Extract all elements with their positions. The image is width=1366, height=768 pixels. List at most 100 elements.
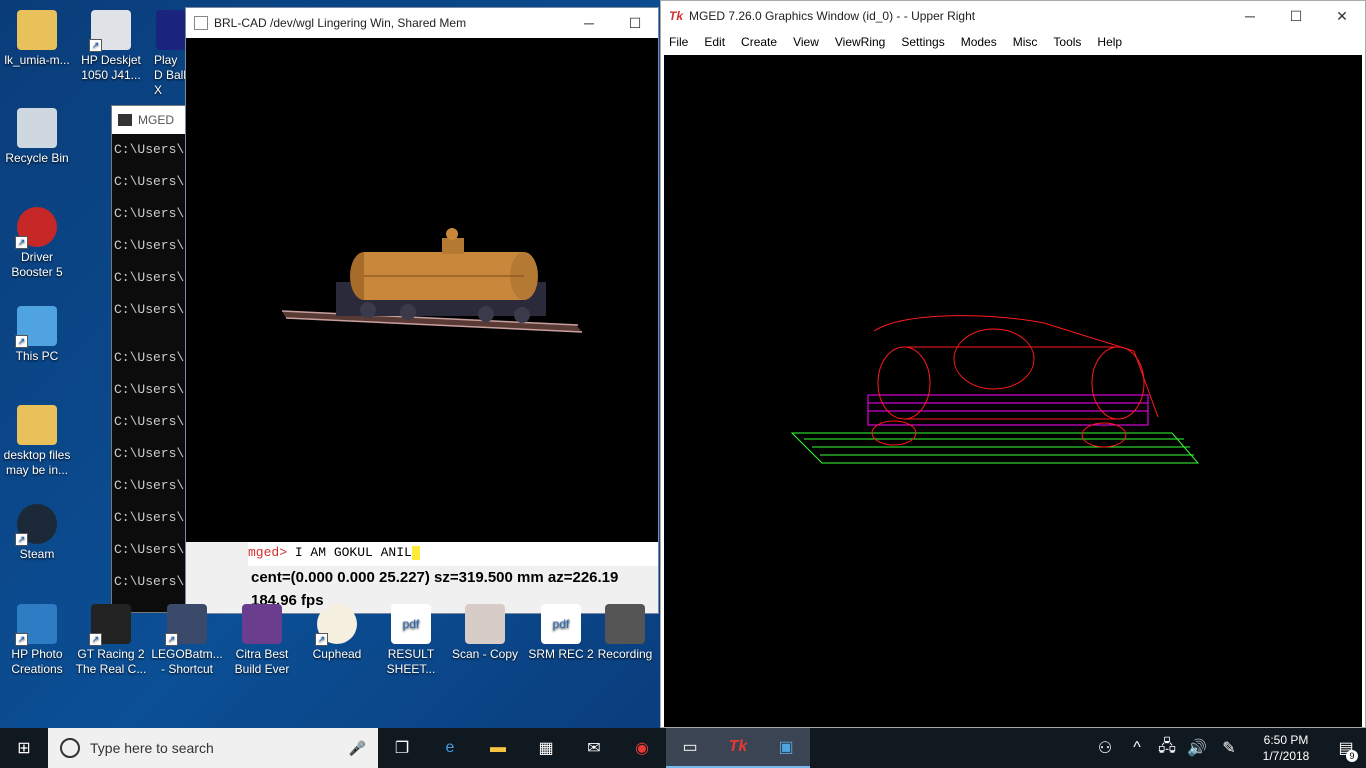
desktop-icon-label: Driver Booster 5 [11,250,63,279]
notification-center-icon[interactable]: ▤ 9 [1326,728,1366,768]
file-explorer-icon[interactable]: ▬ [474,728,522,768]
printer-icon: ↗ [89,10,131,52]
desktop-icon-desktop-files[interactable]: desktop files may be in... [0,405,74,478]
menu-tools[interactable]: Tools [1045,35,1089,49]
desktop-icon-citra[interactable]: Citra Best Build Ever [225,604,299,677]
taskbar: ⊞ Type here to search 🎤 ❐ e ▬ ▦ ✉ ◉ ▭ Tk… [0,728,1366,768]
desktop-icon-label: Citra Best Build Ever [234,647,290,676]
pdf-icon: pdf [391,604,431,644]
mail-icon[interactable]: ✉ [570,728,618,768]
cortana-icon [60,738,80,758]
desktop-icon-label: SRM REC 2 [528,647,594,661]
computer-icon: ↗ [15,306,57,348]
minimize-button[interactable]: ─ [1227,1,1273,31]
desktop-icon-play-d[interactable]: Play D Ball X [148,10,188,98]
image-file-icon [465,604,505,644]
folder-icon [17,10,57,50]
clock[interactable]: 6:50 PM 1/7/2018 [1246,732,1326,764]
task-view-button[interactable]: ❐ [378,728,426,768]
menu-create[interactable]: Create [733,35,785,49]
desktop-icon-hp-deskjet[interactable]: ↗ HP Deskjet 1050 J41... [74,10,148,83]
search-placeholder: Type here to search [90,740,214,756]
photo-icon: ↗ [15,604,57,646]
video-file-icon [605,604,645,644]
menu-edit[interactable]: Edit [696,35,733,49]
desktop-icon-label: This PC [15,349,59,363]
menu-misc[interactable]: Misc [1005,35,1046,49]
desktop-icon-driver-booster[interactable]: ↗ Driver Booster 5 [0,207,74,280]
edge-icon[interactable]: e [426,728,474,768]
maximize-button[interactable]: ☐ [1273,1,1319,31]
brlcad-window[interactable]: BRL-CAD /dev/wgl Lingering Win, Shared M… [185,7,659,614]
taskbar-search[interactable]: Type here to search 🎤 [48,728,378,768]
tk-taskbar-icon[interactable]: Tk [714,728,762,768]
tk-icon: Tk [669,9,684,23]
game-icon [156,10,188,50]
menu-help[interactable]: Help [1089,35,1130,49]
brlcad-title: BRL-CAD /dev/wgl Lingering Win, Shared M… [214,16,467,30]
wireframe-tank [871,315,1159,448]
graphics-viewport[interactable] [664,55,1362,727]
pdf-icon: pdf [541,604,581,644]
menu-settings[interactable]: Settings [893,35,952,49]
minimize-button[interactable]: ─ [566,8,612,38]
console-taskbar-icon[interactable]: ▭ [666,728,714,768]
brlcad-titlebar[interactable]: BRL-CAD /dev/wgl Lingering Win, Shared M… [186,8,658,38]
store-icon[interactable]: ▦ [522,728,570,768]
brlcad-viewport[interactable] [186,38,658,542]
console-title: MGED [138,113,174,127]
menu-viewring[interactable]: ViewRing [827,35,893,49]
clock-time: 6:50 PM [1263,733,1309,747]
desktop-icon-label: Cuphead [312,647,362,661]
tank-car-render [281,228,583,333]
mged-graphics-window[interactable]: Tk MGED 7.26.0 Graphics Window (id_0) - … [660,0,1366,728]
document-folder-icon [17,405,57,445]
start-button[interactable]: ⊞ [0,728,48,768]
desktop-icon-label: desktop files may be in... [3,448,71,477]
menu-view[interactable]: View [785,35,827,49]
graphics-titlebar[interactable]: Tk MGED 7.26.0 Graphics Window (id_0) - … [661,1,1365,31]
desktop-icon-label: lk_umia-m... [4,53,70,67]
graphics-menubar: File Edit Create View ViewRing Settings … [661,31,1365,53]
tank-body [350,228,538,300]
desktop-icon-gt-racing[interactable]: ↗ GT Racing 2 The Real C... [74,604,148,677]
desktop-icon-this-pc[interactable]: ↗ This PC [0,306,74,364]
desktop-icon-label: HP Deskjet 1050 J41... [81,53,141,82]
console-app-icon [118,114,132,126]
view-status: cent=(0.000 0.000 25.227) sz=319.500 mm … [251,569,619,586]
command-prompt: mged> [248,545,288,560]
desktop-icon-recording[interactable]: Recording [592,604,658,662]
command-input[interactable]: I AM GOKUL ANIL [287,545,412,560]
pen-icon[interactable]: ✎ [1212,728,1246,768]
desktop-icon-label: Recording [597,647,653,661]
people-icon[interactable]: ⚇ [1088,728,1122,768]
archive-icon [242,604,282,644]
desktop-icon-srm-rec[interactable]: pdf SRM REC 2 [524,604,598,662]
desktop-icon-scan-copy[interactable]: Scan - Copy [448,604,522,662]
desktop-icon-lego-batman[interactable]: ↗ LEGOBatm... - Shortcut [150,604,224,677]
window-taskbar-icon[interactable]: ▣ [762,728,810,768]
desktop-icon-folder[interactable]: lk_umia-m... [0,10,74,68]
close-button[interactable]: ✕ [1319,1,1365,31]
desktop-icon-recycle-bin[interactable]: Recycle Bin [0,108,74,166]
desktop-icon-cuphead[interactable]: ↗ Cuphead [300,604,374,662]
command-line[interactable]: mged> I AM GOKUL ANIL [248,542,658,566]
text-cursor [411,545,420,560]
desktop-icon-hp-photo[interactable]: ↗ HP Photo Creations [0,604,74,677]
menu-modes[interactable]: Modes [953,35,1005,49]
volume-icon[interactable]: 🔊 [1182,728,1212,768]
driver-booster-taskbar-icon[interactable]: ◉ [618,728,666,768]
maximize-button[interactable]: ☐ [612,8,658,38]
desktop-icon-label: LEGOBatm... - Shortcut [151,647,223,676]
wireframe-bogie [867,394,1149,426]
microphone-icon[interactable]: 🎤 [349,740,366,757]
chevron-up-icon[interactable]: ^ [1122,728,1152,768]
wireframe-track [790,432,1200,464]
desktop-icon-steam[interactable]: ↗ Steam [0,504,74,562]
steam-icon: ↗ [15,504,57,546]
menu-file[interactable]: File [661,35,696,49]
graphics-title: MGED 7.26.0 Graphics Window (id_0) - - U… [689,9,976,23]
desktop-icon-result-sheet[interactable]: pdf RESULT SHEET... [374,604,448,677]
network-icon[interactable]: 🖧 [1152,728,1182,768]
app-icon [194,16,208,30]
